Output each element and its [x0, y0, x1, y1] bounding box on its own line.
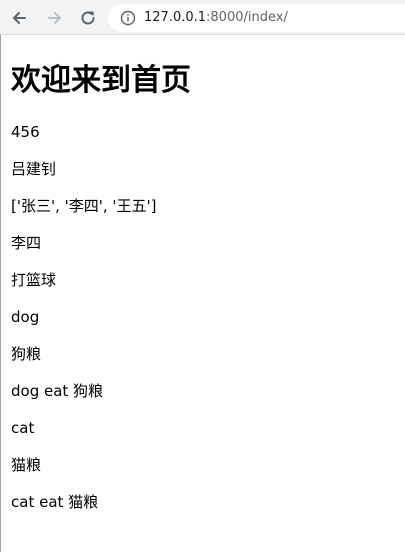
browser-toolbar: 127.0.0.1:8000/index/ — [0, 0, 405, 35]
content-lines: 456 吕建钊 ['张三', '李四', '王五'] 李四 打篮球 dog 狗粮… — [11, 121, 157, 528]
line-item: ['张三', '李四', '王五'] — [11, 197, 157, 215]
arrow-left-icon — [13, 12, 26, 24]
url-text[interactable]: 127.0.0.1:8000/index/ — [144, 10, 288, 26]
line-item: cat — [11, 419, 35, 437]
line-item: dog — [11, 308, 40, 326]
line-item: dog eat 狗粮 — [11, 382, 104, 400]
url-host: 127.0.0.1 — [144, 10, 207, 25]
line-item: 吕建钊 — [11, 160, 57, 178]
line-item: 狗粮 — [11, 345, 42, 363]
page-content: 欢迎来到首页 456 吕建钊 ['张三', '李四', '王五'] 李四 打篮球… — [0, 35, 405, 552]
back-button[interactable] — [8, 7, 30, 29]
reload-icon — [81, 11, 95, 25]
arrow-right-icon — [48, 12, 61, 24]
line-item: 李四 — [11, 234, 42, 252]
url-path: :8000/index/ — [206, 10, 288, 25]
info-icon[interactable] — [120, 10, 136, 26]
address-bar[interactable]: 127.0.0.1:8000/index/ — [108, 4, 405, 32]
reload-button[interactable] — [77, 7, 99, 29]
page-heading: 欢迎来到首页 — [11, 63, 191, 98]
line-item: 打篮球 — [11, 271, 57, 289]
forward-button[interactable] — [44, 7, 66, 29]
line-item: 456 — [11, 123, 40, 141]
line-item: 猫粮 — [11, 456, 42, 474]
line-item: cat eat 猫粮 — [11, 493, 99, 511]
